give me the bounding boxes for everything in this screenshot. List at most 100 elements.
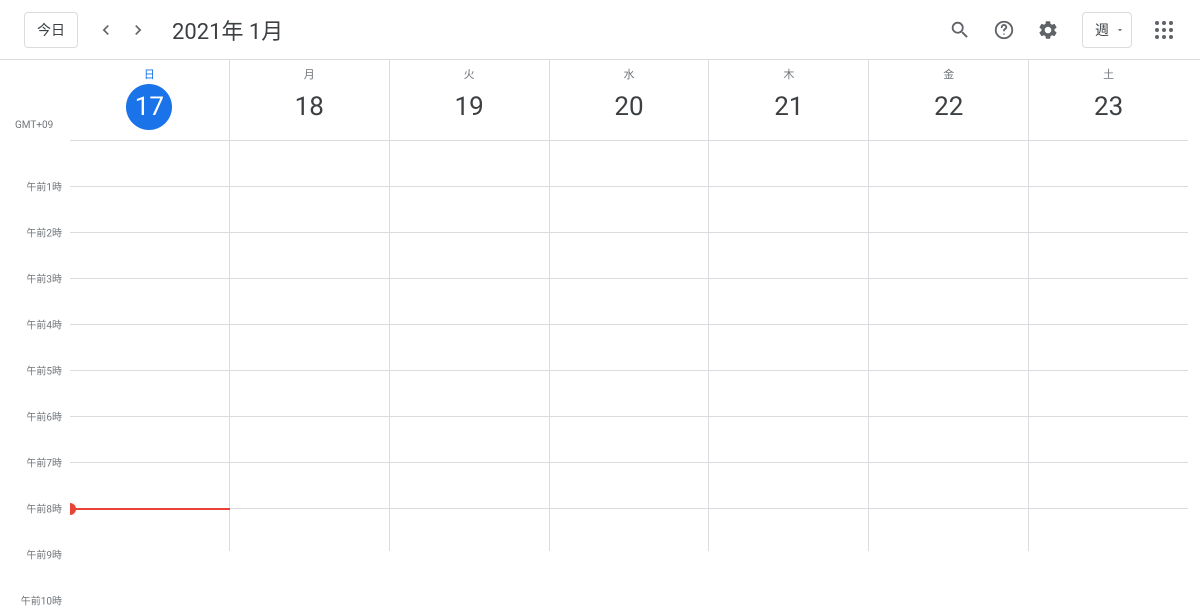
hour-cell[interactable] — [389, 187, 549, 232]
hour-cell[interactable] — [1028, 279, 1188, 324]
hour-cell[interactable] — [868, 187, 1028, 232]
help-button[interactable] — [984, 10, 1024, 50]
hour-cell[interactable] — [229, 279, 389, 324]
hour-cell[interactable] — [70, 371, 229, 416]
day-header: 月 18 — [229, 60, 389, 140]
hour-cell[interactable] — [549, 417, 709, 462]
hour-cell[interactable] — [389, 509, 549, 551]
day-number[interactable]: 20 — [606, 84, 652, 130]
hour-cell[interactable] — [389, 417, 549, 462]
hour-cell[interactable] — [549, 509, 709, 551]
hour-cell[interactable] — [1028, 463, 1188, 508]
hour-cell[interactable] — [229, 463, 389, 508]
hour-cell[interactable] — [1028, 233, 1188, 278]
hour-cell[interactable] — [549, 279, 709, 324]
hour-cell[interactable] — [868, 463, 1028, 508]
hour-cell[interactable] — [70, 463, 229, 508]
hour-cell[interactable] — [1028, 417, 1188, 462]
day-number[interactable]: 23 — [1086, 84, 1132, 130]
hour-cell[interactable] — [70, 325, 229, 370]
hour-row — [70, 417, 1188, 463]
day-of-week-label: 日 — [70, 66, 229, 82]
hour-cell[interactable] — [708, 233, 868, 278]
day-header: 木 21 — [708, 60, 868, 140]
hour-cell[interactable] — [1028, 509, 1188, 551]
hour-cell[interactable] — [229, 509, 389, 551]
hour-label: 午前2時 — [26, 225, 62, 240]
hour-cell[interactable] — [1028, 187, 1188, 232]
hour-cell[interactable] — [708, 417, 868, 462]
day-header: 火19 — [389, 60, 549, 140]
day-number[interactable]: 21 — [766, 84, 812, 130]
hour-cell[interactable] — [70, 187, 229, 232]
search-button[interactable] — [940, 10, 980, 50]
view-selector[interactable]: 週 — [1082, 12, 1132, 48]
hour-cell[interactable] — [70, 509, 229, 551]
hour-cell[interactable] — [868, 325, 1028, 370]
hour-cell[interactable] — [1028, 371, 1188, 416]
hour-label: 午前4時 — [26, 317, 62, 332]
day-number[interactable]: 17 — [126, 84, 172, 130]
next-week-button[interactable] — [122, 14, 154, 46]
hour-cell[interactable] — [708, 187, 868, 232]
hour-cell[interactable] — [708, 325, 868, 370]
hour-cell[interactable] — [868, 417, 1028, 462]
hour-cell[interactable] — [389, 371, 549, 416]
hour-cell[interactable] — [1028, 141, 1188, 186]
hour-cell[interactable] — [708, 371, 868, 416]
hour-row — [70, 279, 1188, 325]
hour-cell[interactable] — [868, 279, 1028, 324]
hour-cell[interactable] — [70, 233, 229, 278]
settings-button[interactable] — [1028, 10, 1068, 50]
hour-cell[interactable] — [708, 141, 868, 186]
hour-label: 午前6時 — [26, 409, 62, 424]
hour-cell[interactable] — [70, 417, 229, 462]
hour-cell[interactable] — [708, 509, 868, 551]
hour-cell[interactable] — [708, 463, 868, 508]
hour-cell[interactable] — [1028, 325, 1188, 370]
hour-cell[interactable] — [229, 371, 389, 416]
hour-cell[interactable] — [549, 371, 709, 416]
day-number[interactable]: 18 — [286, 84, 332, 130]
hour-row — [70, 371, 1188, 417]
hour-cell[interactable] — [229, 187, 389, 232]
current-time-indicator — [70, 508, 230, 510]
hour-cell[interactable] — [549, 463, 709, 508]
day-header: 水20 — [549, 60, 709, 140]
hour-cell[interactable] — [389, 233, 549, 278]
hour-cell[interactable] — [549, 325, 709, 370]
today-button[interactable]: 今日 — [24, 12, 78, 48]
day-header: 日 17 — [70, 60, 229, 140]
day-number[interactable]: 22 — [926, 84, 972, 130]
hour-cell[interactable] — [229, 141, 389, 186]
google-apps-button[interactable] — [1144, 10, 1184, 50]
hour-cell[interactable] — [549, 187, 709, 232]
caret-down-icon — [1115, 25, 1125, 35]
hour-cell[interactable] — [868, 371, 1028, 416]
prev-week-button[interactable] — [90, 14, 122, 46]
hour-cell[interactable] — [708, 279, 868, 324]
hour-cell[interactable] — [868, 141, 1028, 186]
hour-cell[interactable] — [70, 279, 229, 324]
hour-cell[interactable] — [229, 417, 389, 462]
hour-cell[interactable] — [549, 233, 709, 278]
hour-cell[interactable] — [868, 509, 1028, 551]
hour-cell[interactable] — [868, 233, 1028, 278]
day-of-week-label: 月 — [230, 66, 389, 82]
hour-cell[interactable] — [549, 141, 709, 186]
hour-cell[interactable] — [229, 325, 389, 370]
hour-cell[interactable] — [389, 279, 549, 324]
hour-cell[interactable] — [229, 233, 389, 278]
day-number[interactable]: 19 — [446, 84, 492, 130]
hour-cell[interactable] — [389, 141, 549, 186]
day-of-week-label: 木 — [709, 66, 868, 82]
day-header: 金22 — [868, 60, 1028, 140]
hour-grid-scroll[interactable] — [70, 140, 1188, 551]
hour-cell[interactable] — [389, 463, 549, 508]
hour-cell[interactable] — [70, 141, 229, 186]
app-header: 今日 2021年 1月 週 — [0, 0, 1200, 60]
day-header: 土23 — [1028, 60, 1188, 140]
hour-cell[interactable] — [389, 325, 549, 370]
hour-row — [70, 187, 1188, 233]
calendar-grid: 日 17 月 18 火19水20木 21 金22土23 — [70, 60, 1200, 551]
